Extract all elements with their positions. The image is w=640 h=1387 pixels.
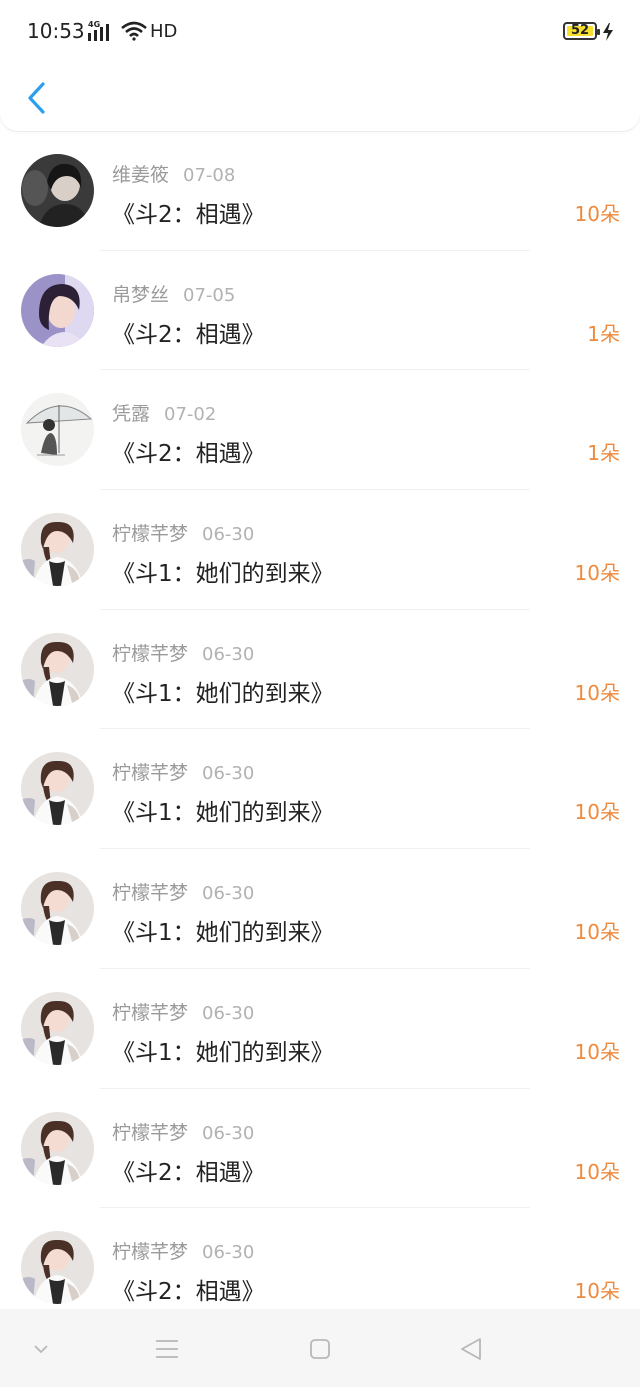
nav-back-button[interactable] <box>451 1329 491 1369</box>
menu-icon <box>156 1340 178 1358</box>
sender-name: 柠檬芊梦 <box>112 762 189 785</box>
gift-row[interactable]: 帛梦丝 07-05 《斗2：相遇》 1朵 <box>0 251 640 371</box>
battery-level: 52 <box>570 23 590 38</box>
chevron-down-icon <box>34 1345 48 1354</box>
chapter-title: 《斗2：相遇》 <box>112 1159 265 1186</box>
gift-date: 06-30 <box>202 1002 255 1024</box>
status-time: 10:53 <box>27 19 85 43</box>
flower-count: 1朵 <box>587 441 620 466</box>
user-avatar[interactable] <box>21 1231 94 1305</box>
flower-count: 10朵 <box>574 920 620 945</box>
sender-line: 柠檬芊梦 06-30 <box>112 639 254 666</box>
chapter-title: 《斗2：相遇》 <box>112 1279 265 1306</box>
chapter-title: 《斗1：她们的到来》 <box>112 800 334 827</box>
nav-collapse-button[interactable] <box>21 1329 61 1369</box>
charging-icon <box>603 23 613 41</box>
user-avatar[interactable] <box>21 1111 94 1185</box>
chapter-title: 《斗2：相遇》 <box>112 321 265 348</box>
user-avatar[interactable] <box>21 154 94 227</box>
back-triangle-icon <box>461 1338 481 1360</box>
sender-line: 维姜筱 07-08 <box>112 160 235 187</box>
gift-date: 06-30 <box>202 643 255 665</box>
home-square-icon <box>310 1339 330 1359</box>
sender-line: 柠檬芊梦 06-30 <box>112 998 254 1025</box>
chapter-title: 《斗1：她们的到来》 <box>112 561 334 588</box>
sender-line: 柠檬芊梦 06-30 <box>112 878 254 905</box>
flower-count: 1朵 <box>587 321 620 346</box>
user-avatar[interactable] <box>21 393 94 467</box>
gift-date: 06-30 <box>202 883 255 905</box>
user-avatar[interactable] <box>21 752 94 826</box>
sender-line: 柠檬芊梦 06-30 <box>112 519 254 546</box>
chapter-title: 《斗1：她们的到来》 <box>112 680 334 707</box>
flower-count: 10朵 <box>574 680 620 705</box>
back-button[interactable] <box>18 76 54 120</box>
sender-name: 帛梦丝 <box>112 283 170 306</box>
sender-name: 柠檬芊梦 <box>112 523 189 546</box>
flower-count: 10朵 <box>574 1039 620 1064</box>
gift-date: 06-30 <box>202 763 255 785</box>
chapter-title: 《斗2：相遇》 <box>112 441 265 468</box>
user-avatar[interactable] <box>21 632 94 706</box>
sender-line: 凭露 07-02 <box>112 399 216 426</box>
gift-date: 06-30 <box>202 524 255 546</box>
status-bar: 10:53 4G HD 52 <box>0 0 640 64</box>
system-nav-bar <box>0 1309 640 1387</box>
signal-icon <box>88 24 109 41</box>
flower-count: 10朵 <box>574 1279 620 1304</box>
gift-list: 维姜筱 07-08 《斗2：相遇》 10朵 帛梦丝 07-05 《斗2：相遇》 1朵 凭露 07-… <box>0 131 640 1328</box>
gift-date: 06-30 <box>202 1242 255 1264</box>
gift-row[interactable]: 柠檬芊梦 06-30 《斗1：她们的到来》 10朵 <box>0 729 640 850</box>
hd-label: HD <box>150 21 178 42</box>
sender-name: 维姜筱 <box>112 164 170 186</box>
wifi-icon <box>121 21 147 41</box>
flower-count: 10朵 <box>574 1159 620 1184</box>
user-avatar[interactable] <box>21 991 94 1065</box>
gift-row[interactable]: 柠檬芊梦 06-30 《斗2：相遇》 10朵 <box>0 1089 640 1209</box>
battery-icon: 52 <box>563 22 600 40</box>
gift-date: 06-30 <box>202 1122 255 1144</box>
flower-count: 10朵 <box>574 561 620 586</box>
sender-line: 柠檬芊梦 06-30 <box>112 1118 254 1145</box>
sender-name: 柠檬芊梦 <box>112 1241 189 1264</box>
chapter-title: 《斗1：她们的到来》 <box>112 920 334 947</box>
sender-name: 柠檬芊梦 <box>112 1001 189 1024</box>
sender-line: 帛梦丝 07-05 <box>112 280 235 307</box>
sender-name: 柠檬芊梦 <box>112 1121 189 1144</box>
gift-row[interactable]: 维姜筱 07-08 《斗2：相遇》 10朵 <box>0 131 640 251</box>
user-avatar[interactable] <box>21 872 94 946</box>
chevron-left-icon <box>28 82 45 114</box>
chapter-title: 《斗1：她们的到来》 <box>112 1039 334 1066</box>
gift-date: 07-02 <box>164 404 217 426</box>
sender-line: 柠檬芊梦 06-30 <box>112 758 254 785</box>
gift-date: 07-08 <box>183 165 236 186</box>
user-avatar[interactable] <box>21 273 94 347</box>
sender-line: 柠檬芊梦 06-30 <box>112 1237 254 1264</box>
gift-row[interactable]: 柠檬芊梦 06-30 《斗1：她们的到来》 10朵 <box>0 849 640 969</box>
flower-count: 10朵 <box>574 202 620 226</box>
sender-name: 柠檬芊梦 <box>112 642 189 665</box>
user-avatar[interactable] <box>21 513 94 587</box>
nav-menu-button[interactable] <box>147 1329 187 1369</box>
flower-count: 10朵 <box>574 800 620 825</box>
battery-cap <box>597 29 600 35</box>
screen: 10:53 4G HD 52 维姜筱 07-08 《斗2：相遇》 10朵 帛梦丝… <box>0 0 640 1387</box>
nav-home-button[interactable] <box>300 1329 340 1369</box>
sender-name: 柠檬芊梦 <box>112 882 189 905</box>
gift-row[interactable]: 柠檬芊梦 06-30 《斗1：她们的到来》 10朵 <box>0 610 640 730</box>
sender-name: 凭露 <box>112 403 151 426</box>
top-header: 10:53 4G HD 52 <box>0 0 640 131</box>
gift-row[interactable]: 柠檬芊梦 06-30 《斗1：她们的到来》 10朵 <box>0 969 640 1089</box>
gift-row[interactable]: 凭露 07-02 《斗2：相遇》 1朵 <box>0 370 640 491</box>
chapter-title: 《斗2：相遇》 <box>112 202 265 228</box>
gift-date: 07-05 <box>183 284 236 306</box>
gift-row[interactable]: 柠檬芊梦 06-30 《斗1：她们的到来》 10朵 <box>0 490 640 610</box>
